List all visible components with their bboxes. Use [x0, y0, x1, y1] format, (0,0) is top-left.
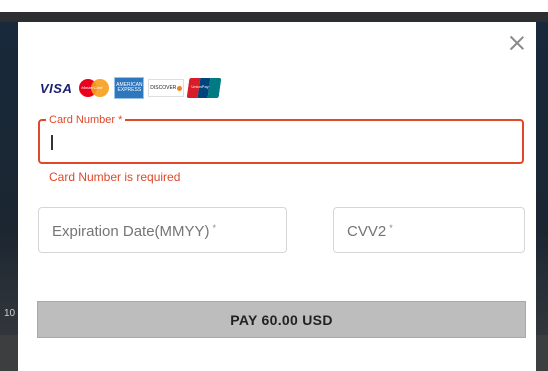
card-brands: VISA MasterCard AMERICAN EXPRESS DISCOVE… — [40, 77, 222, 99]
discover-icon: DISCOVER — [148, 79, 185, 97]
mastercard-icon-text: MasterCard — [81, 85, 103, 90]
close-icon[interactable] — [508, 34, 526, 52]
expiration-date-field[interactable]: Expiration Date(MMYY) * — [38, 207, 287, 253]
card-number-input[interactable] — [50, 129, 510, 157]
pay-button[interactable]: PAY 60.00 USD — [37, 301, 526, 338]
backdrop-text-fragment: 10 — [4, 308, 16, 319]
cvv-field[interactable]: CVV2 * — [333, 207, 525, 253]
visa-icon: VISA — [40, 80, 73, 96]
expiration-date-placeholder: Expiration Date(MMYY) * — [52, 223, 217, 240]
amex-icon: AMERICAN EXPRESS — [114, 77, 145, 99]
payment-modal: VISA MasterCard AMERICAN EXPRESS DISCOVE… — [18, 22, 536, 371]
card-number-error: Card Number is required — [49, 170, 181, 184]
discover-icon-text: DISCOVER — [150, 85, 177, 91]
unionpay-icon: UnionPay — [186, 78, 222, 98]
mastercard-icon: MasterCard — [78, 78, 110, 98]
card-number-field[interactable]: Card Number * — [38, 113, 524, 164]
backdrop-band — [0, 12, 548, 22]
unionpay-icon-text: UnionPay — [191, 84, 209, 89]
cvv-placeholder: CVV2 * — [347, 223, 393, 240]
backdrop-top — [0, 0, 548, 12]
backdrop-right — [536, 22, 548, 371]
card-number-label: Card Number * — [46, 113, 126, 127]
